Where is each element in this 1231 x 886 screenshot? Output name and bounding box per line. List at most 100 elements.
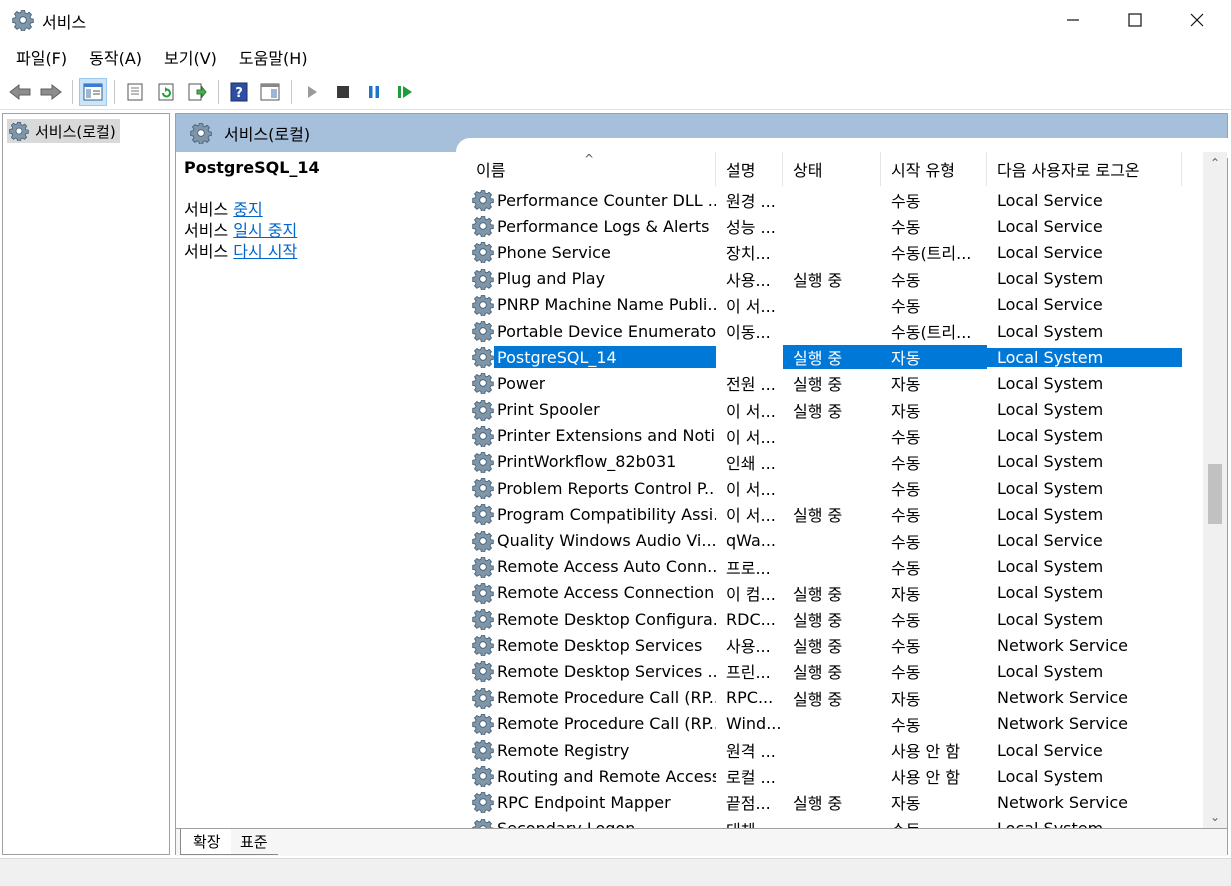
service-row[interactable]: Phone Service 장치... 수동(트리... Local Service xyxy=(466,239,1196,265)
export-list-button[interactable] xyxy=(183,78,211,106)
menu-help[interactable]: 도움말(H) xyxy=(231,45,316,69)
service-row[interactable]: Problem Reports Control P... 이 서... 수동 Loca… xyxy=(466,475,1196,501)
service-row[interactable]: Remote Desktop Services 사용... 실행 중 수동 Networ… xyxy=(466,632,1196,658)
column-header-description[interactable]: 설명 xyxy=(716,152,783,186)
minimize-button[interactable] xyxy=(1042,0,1104,40)
service-startup-type: 수동(트리... xyxy=(891,323,972,343)
service-name-cell: Quality Windows Audio Vi... xyxy=(466,530,716,552)
service-row[interactable]: Remote Access Connection... 이 컴... 실행 중 자동 L… xyxy=(466,580,1196,606)
service-row[interactable]: RPC Endpoint Mapper 끝점... 실행 중 자동 Network Se… xyxy=(466,789,1196,815)
service-description: 이 컴... xyxy=(726,584,776,604)
service-row[interactable]: Program Compatibility Assi... 이 서... 실행 중 수… xyxy=(466,501,1196,527)
column-header-log-on-as[interactable]: 다음 사용자로 로그온 xyxy=(987,152,1182,186)
title-bar: 서비스 xyxy=(0,0,1231,40)
service-startup-type: 사용 안 함 xyxy=(891,742,961,762)
pause-service-button[interactable] xyxy=(360,78,388,106)
service-gear-icon xyxy=(472,241,494,263)
svg-text:?: ? xyxy=(235,86,243,101)
service-description: 프린... xyxy=(726,663,771,683)
start-service-button[interactable] xyxy=(298,78,326,106)
column-header-name[interactable]: 이름 ^ xyxy=(466,152,716,186)
service-startup-type: 수동 xyxy=(891,480,921,500)
back-button[interactable] xyxy=(6,78,34,106)
service-row[interactable]: Portable Device Enumerato... 이동... 수동(트리..… xyxy=(466,318,1196,344)
scroll-thumb[interactable] xyxy=(1208,464,1222,524)
service-gear-icon xyxy=(472,503,494,525)
tab-standard[interactable]: 표준 xyxy=(228,829,278,855)
menu-view[interactable]: 보기(V) xyxy=(156,45,225,69)
service-name-cell: Remote Access Auto Conn... xyxy=(466,556,716,578)
column-header-startup-type[interactable]: 시작 유형 xyxy=(881,152,987,186)
service-log-on-as: Local System xyxy=(987,819,1182,828)
service-description: qWa... xyxy=(726,531,777,551)
service-row[interactable]: Power 전원 ... 실행 중 자동 Local System xyxy=(466,370,1196,396)
stop-service-link[interactable]: 중지 xyxy=(233,200,262,219)
service-startup-type: 수동(트리... xyxy=(891,244,972,264)
tree-item-label: 서비스(로컬) xyxy=(35,122,116,141)
tab-extended[interactable]: 확장 xyxy=(180,829,231,855)
service-name: Quality Windows Audio Vi... xyxy=(497,531,716,551)
service-gear-icon xyxy=(472,320,494,342)
service-row[interactable]: Remote Desktop Services ... 프린... 실행 중 수동 Lo… xyxy=(466,658,1196,684)
service-log-on-as: Local System xyxy=(997,557,1104,577)
service-row[interactable]: Performance Logs & Alerts 성능 ... 수동 Local S… xyxy=(466,213,1196,239)
menu-action[interactable]: 동작(A) xyxy=(81,45,150,69)
refresh-icon xyxy=(158,83,174,100)
service-row[interactable]: PostgreSQL_14 실행 중 자동 Local System xyxy=(466,344,1196,370)
pause-service-link[interactable]: 일시 중지 xyxy=(233,221,297,240)
service-gear-icon xyxy=(472,189,494,211)
service-description: RDC... xyxy=(726,609,776,629)
service-description: 인쇄 ... xyxy=(726,453,776,473)
action-pane-button[interactable] xyxy=(256,78,284,106)
service-startup-type: 수동 xyxy=(891,637,921,657)
stop-service-button[interactable] xyxy=(329,78,357,106)
service-name: Remote Desktop Configura... xyxy=(497,609,716,629)
service-log-on-as: Local System xyxy=(997,269,1104,289)
scroll-up-button[interactable]: ⌃ xyxy=(1203,152,1227,174)
service-name: RPC Endpoint Mapper xyxy=(497,792,671,812)
service-name-cell: Problem Reports Control P... xyxy=(466,477,716,499)
service-name-cell: Remote Desktop Configura... xyxy=(466,608,716,630)
service-row[interactable]: Remote Access Auto Conn... 프로... 수동 Local S… xyxy=(466,554,1196,580)
restart-service-button[interactable] xyxy=(391,78,419,106)
service-row[interactable]: Plug and Play 사용... 실행 중 수동 Local System xyxy=(466,266,1196,292)
menu-file[interactable]: 파일(F) xyxy=(8,45,75,69)
console-tree-button[interactable] xyxy=(79,77,107,106)
service-status: 실행 중 xyxy=(793,663,843,683)
service-log-on-as: Local System xyxy=(997,478,1104,498)
forward-button[interactable] xyxy=(37,78,65,106)
help-button[interactable]: ? xyxy=(225,78,253,106)
column-header-status[interactable]: 상태 xyxy=(783,152,881,186)
service-row[interactable]: Routing and Remote Access 로컬 ... 사용 안 함 Loc… xyxy=(466,763,1196,789)
service-startup-type: 수동 xyxy=(891,218,921,238)
properties-button[interactable] xyxy=(121,78,149,106)
minimize-icon xyxy=(1067,19,1079,21)
service-description: RPC... xyxy=(726,688,774,708)
service-log-on-as: Local Service xyxy=(997,531,1103,551)
service-row[interactable]: Secondary Logon 대체... 수동Local System xyxy=(466,816,1196,828)
service-row[interactable]: Remote Procedure Call (RP... RPC... 실행 중 자동… xyxy=(466,685,1196,711)
service-gear-icon xyxy=(472,346,494,368)
service-gear-icon xyxy=(472,582,494,604)
service-row[interactable]: Quality Windows Audio Vi... qWa... 수동 Local… xyxy=(466,527,1196,553)
service-row[interactable]: Remote Registry 원격 ... 사용 안 함 Local Service xyxy=(466,737,1196,763)
service-row[interactable]: PNRP Machine Name Publi... 이 서... 수동 Local … xyxy=(466,292,1196,318)
vertical-scrollbar[interactable]: ⌃ ⌄ xyxy=(1203,152,1227,828)
service-gear-icon xyxy=(472,634,494,656)
service-row[interactable]: PrintWorkflow_82b031 인쇄 ... 수동 Local System xyxy=(466,449,1196,475)
service-description: 로컬 ... xyxy=(726,768,776,788)
refresh-button[interactable] xyxy=(152,78,180,106)
service-row[interactable]: Print Spooler 이 서... 실행 중 자동 Local System xyxy=(466,397,1196,423)
service-row[interactable]: Remote Procedure Call (RP... Wind... 수동 Net… xyxy=(466,711,1196,737)
restart-service-link[interactable]: 다시 시작 xyxy=(233,242,297,261)
maximize-button[interactable] xyxy=(1104,0,1166,40)
service-row[interactable]: Remote Desktop Configura... RDC... 실행 중 수동 L… xyxy=(466,606,1196,632)
service-row[interactable]: Printer Extensions and Noti... 이 서... 수동 Lo… xyxy=(466,423,1196,449)
service-name-cell: Plug and Play xyxy=(466,268,716,290)
service-name-cell: Remote Access Connection... xyxy=(466,582,716,604)
service-name-cell: Remote Registry xyxy=(466,739,716,761)
close-button[interactable] xyxy=(1166,0,1228,40)
service-row[interactable]: Performance Counter DLL ... 원경 ... 수동 Local… xyxy=(466,187,1196,213)
tree-item-services-local[interactable]: 서비스(로컬) xyxy=(7,119,120,143)
scroll-down-button[interactable]: ⌄ xyxy=(1203,806,1227,828)
